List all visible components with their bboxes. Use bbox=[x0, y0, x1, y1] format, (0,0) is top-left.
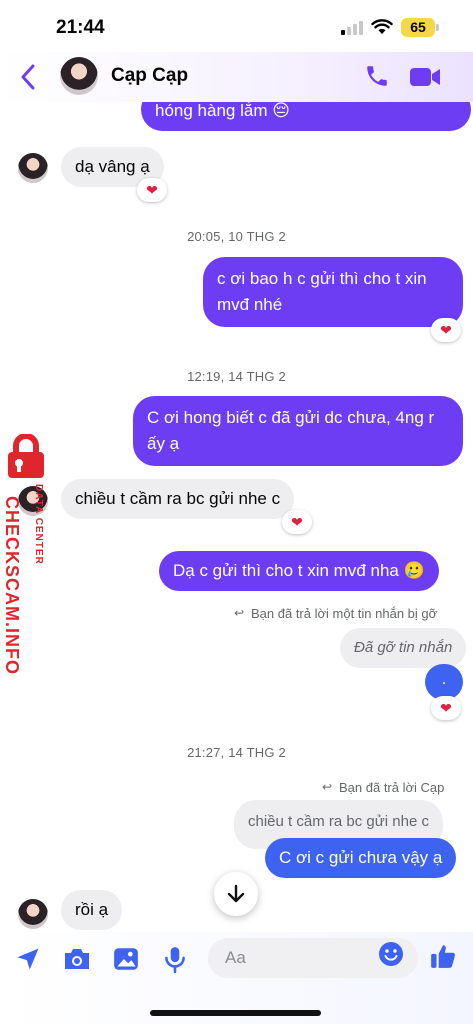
message-timestamp: 20:05, 10 THG 2 bbox=[187, 229, 286, 244]
chat-header: Cạp Cạp bbox=[0, 52, 473, 102]
video-camera-icon[interactable] bbox=[409, 65, 441, 89]
sender-avatar[interactable] bbox=[18, 153, 48, 183]
reply-arrow-icon: ↩ bbox=[234, 606, 245, 620]
microphone-icon[interactable] bbox=[162, 945, 188, 975]
reply-note: Bạn đã trả lời Cạp bbox=[339, 780, 445, 795]
reply-arrow-icon: ↩ bbox=[322, 780, 333, 794]
contact-name[interactable]: Cạp Cạp bbox=[111, 65, 188, 87]
wifi-icon bbox=[371, 19, 393, 34]
reply-note: Bạn đã trả lời một tin nhắn bị gỡ bbox=[251, 606, 438, 621]
message-outgoing[interactable]: hóng hàng lắm 😔 bbox=[141, 102, 471, 131]
status-time: 21:44 bbox=[56, 17, 105, 38]
watermark-subtitle: DATA CENTER bbox=[33, 484, 44, 565]
cellular-signal-icon bbox=[341, 21, 363, 35]
message-list[interactable]: hóng hàng lắm 😔 dạ vâng ạ ❤ 20:05, 10 TH… bbox=[0, 102, 473, 932]
scroll-to-bottom-button[interactable] bbox=[214, 872, 258, 916]
message-composer: Aa bbox=[0, 932, 473, 1024]
status-bar: 21:44 65 bbox=[0, 0, 473, 54]
message-incoming[interactable]: chiều t cầm ra bc gửi nhe c bbox=[61, 479, 295, 519]
message-outgoing[interactable]: . bbox=[425, 664, 463, 700]
contact-avatar[interactable] bbox=[60, 57, 98, 95]
message-outgoing[interactable]: C ơi c gửi chưa vậy ạ bbox=[265, 838, 457, 878]
sender-avatar[interactable] bbox=[18, 899, 48, 929]
arrow-down-icon bbox=[227, 884, 245, 903]
chevron-left-icon[interactable] bbox=[20, 64, 36, 90]
battery-indicator: 65 bbox=[401, 18, 435, 37]
phone-icon[interactable] bbox=[364, 63, 390, 89]
image-icon[interactable] bbox=[112, 945, 140, 973]
camera-icon[interactable] bbox=[62, 945, 92, 973]
heart-reaction[interactable]: ❤ bbox=[137, 178, 167, 202]
thumbs-up-icon[interactable] bbox=[429, 942, 457, 970]
message-timestamp: 12:19, 14 THG 2 bbox=[187, 369, 286, 384]
location-arrow-icon[interactable] bbox=[14, 945, 42, 973]
message-outgoing[interactable]: c ơi bao h c gửi thì cho t xin mvđ nhé bbox=[203, 257, 463, 327]
watermark-brand: CHECKSCAM.INFO bbox=[2, 496, 22, 675]
message-outgoing[interactable]: Dạ c gửi thì cho t xin mvđ nha 🥲 bbox=[159, 551, 439, 591]
heart-reaction[interactable]: ❤ bbox=[282, 510, 312, 534]
message-input-placeholder: Aa bbox=[225, 948, 246, 967]
home-indicator bbox=[150, 1010, 321, 1016]
lock-icon bbox=[8, 434, 44, 478]
message-outgoing[interactable]: C ơi hong biết c đã gửi dc chưa, 4ng r ấ… bbox=[133, 396, 463, 466]
message-timestamp: 21:27, 14 THG 2 bbox=[187, 745, 286, 760]
quoted-message[interactable]: Đã gỡ tin nhắn bbox=[340, 628, 467, 668]
message-incoming[interactable]: rồi ạ bbox=[61, 890, 123, 930]
heart-reaction[interactable]: ❤ bbox=[431, 318, 461, 342]
watermark: CHECKSCAM.INFO DATA CENTER bbox=[0, 434, 52, 675]
smile-emoji-icon[interactable] bbox=[378, 941, 404, 967]
battery-tip bbox=[436, 24, 439, 31]
heart-reaction[interactable]: ❤ bbox=[431, 696, 461, 720]
